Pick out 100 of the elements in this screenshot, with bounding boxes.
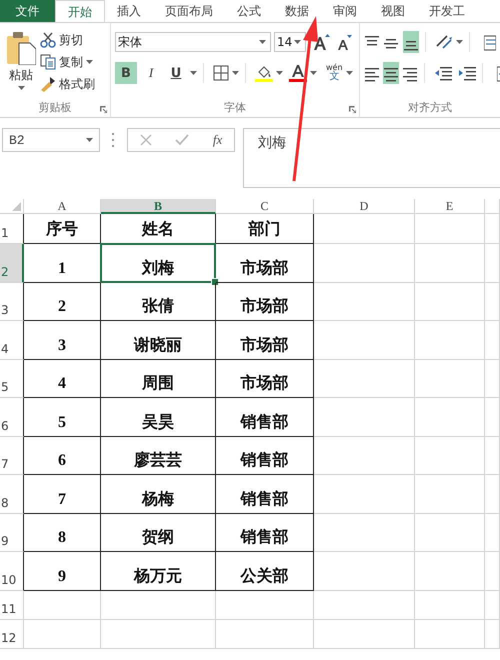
empty-cell[interactable] (415, 244, 485, 282)
ribbon-tab[interactable]: 视图 (369, 0, 417, 22)
empty-cell[interactable] (314, 620, 415, 648)
ribbon-tab[interactable]: 插入 (105, 0, 153, 22)
empty-cell[interactable] (485, 514, 500, 552)
font-name-field[interactable]: 宋体 (115, 32, 271, 52)
empty-cell[interactable] (485, 552, 500, 590)
fill-color-icon[interactable] (255, 64, 273, 82)
caret-icon[interactable] (86, 60, 93, 64)
row-header[interactable]: 11 (1, 602, 16, 616)
ribbon-button[interactable]: 格式刷 (40, 75, 95, 93)
dialog-launcher-icon[interactable] (100, 106, 107, 113)
font-color-icon[interactable] (289, 64, 307, 82)
empty-cell[interactable] (314, 552, 415, 590)
ribbon-tab[interactable]: 数据 (273, 0, 321, 22)
ribbon-button[interactable]: 复制 (40, 53, 95, 71)
increase-indent-icon[interactable] (458, 65, 476, 81)
ribbon-tab[interactable]: 开始 (55, 0, 105, 22)
italic-button[interactable]: I (140, 62, 162, 84)
empty-cell[interactable] (314, 514, 415, 552)
row-header[interactable]: 7 (1, 457, 9, 471)
row-header[interactable]: 2 (1, 264, 9, 278)
check-icon[interactable] (175, 134, 190, 146)
row-header[interactable]: 3 (1, 303, 9, 317)
row-header[interactable]: 8 (1, 496, 9, 510)
empty-cell[interactable] (415, 514, 485, 552)
column-header[interactable]: E (415, 199, 485, 214)
empty-cell[interactable] (314, 590, 415, 620)
phonetic-guide-button[interactable]: wén 文 (326, 64, 343, 82)
grow-font-icon[interactable] (312, 33, 330, 51)
empty-cell[interactable] (485, 398, 500, 436)
column-header[interactable]: B (101, 199, 216, 214)
paste-button[interactable]: 粘贴 (6, 31, 36, 97)
empty-cell[interactable] (415, 552, 485, 590)
borders-icon[interactable] (213, 65, 229, 81)
empty-cell[interactable] (415, 282, 485, 321)
decrease-indent-icon[interactable] (434, 65, 452, 81)
ribbon-tab[interactable]: 审阅 (321, 0, 369, 22)
row-header[interactable]: 5 (1, 380, 9, 394)
empty-cell[interactable] (485, 475, 500, 514)
row-header[interactable]: 1 (1, 226, 9, 240)
empty-cell[interactable] (415, 475, 485, 514)
bottom-align-button[interactable] (402, 31, 419, 53)
column-header[interactable]: A (24, 199, 101, 214)
empty-cell[interactable] (485, 321, 500, 360)
caret-icon[interactable] (310, 71, 317, 75)
dialog-launcher-icon[interactable] (349, 106, 356, 113)
orientation-icon[interactable] (434, 34, 453, 50)
empty-cell[interactable] (415, 360, 485, 398)
empty-cell[interactable] (314, 321, 415, 360)
formula-field[interactable]: 刘梅 (243, 128, 500, 188)
ribbon-tab[interactable]: 公式 (225, 0, 273, 22)
row-header[interactable]: 9 (1, 534, 9, 548)
empty-cell[interactable] (485, 620, 500, 648)
font-size-field[interactable]: 14 (274, 32, 306, 52)
empty-cell[interactable] (314, 436, 415, 475)
empty-cell[interactable] (415, 321, 485, 360)
empty-cell[interactable] (485, 360, 500, 398)
underline-button[interactable]: U (165, 62, 187, 84)
insert-function-button[interactable]: fx (212, 132, 222, 148)
empty-cell[interactable] (415, 398, 485, 436)
empty-cell[interactable] (101, 590, 216, 620)
row-header[interactable]: 4 (1, 342, 9, 356)
empty-cell[interactable] (415, 620, 485, 648)
name-box[interactable]: B2 (2, 128, 100, 152)
caret-icon[interactable] (232, 71, 239, 75)
empty-cell[interactable] (415, 436, 485, 475)
empty-cell[interactable] (485, 282, 500, 321)
empty-cell[interactable] (314, 282, 415, 321)
cancel-icon[interactable] (140, 134, 152, 146)
select-all-icon[interactable] (12, 202, 21, 211)
bold-button[interactable]: B (115, 62, 137, 84)
drag-handle-icon[interactable] (112, 133, 115, 147)
empty-cell[interactable] (415, 590, 485, 620)
empty-cell[interactable] (216, 620, 314, 648)
row-header[interactable]: 12 (1, 630, 16, 644)
empty-cell[interactable] (314, 244, 415, 282)
empty-cell[interactable] (485, 244, 500, 282)
caret-icon[interactable] (346, 71, 353, 75)
shrink-font-icon[interactable] (336, 33, 352, 51)
empty-cell[interactable] (314, 398, 415, 436)
empty-cell[interactable] (314, 475, 415, 514)
caret-icon[interactable] (190, 71, 197, 75)
caret-icon[interactable] (456, 40, 463, 44)
empty-cell[interactable] (485, 590, 500, 620)
empty-cell[interactable] (314, 214, 415, 244)
caret-icon[interactable] (276, 71, 283, 75)
empty-cell[interactable] (314, 360, 415, 398)
ribbon-button[interactable]: 剪切 (40, 31, 95, 49)
ribbon-tab[interactable]: 页面布局 (153, 0, 225, 22)
file-tab[interactable]: 文件 (0, 0, 55, 22)
align-center-button[interactable] (383, 62, 399, 84)
wrap-text-icon[interactable] (484, 34, 496, 50)
ribbon-tab[interactable]: 开发工 (417, 0, 477, 22)
empty-cell[interactable] (216, 590, 314, 620)
empty-cell[interactable] (101, 620, 216, 648)
empty-cell[interactable] (415, 214, 485, 244)
row-header[interactable]: 6 (1, 418, 9, 432)
column-header[interactable]: C (216, 199, 314, 214)
empty-cell[interactable] (485, 436, 500, 475)
